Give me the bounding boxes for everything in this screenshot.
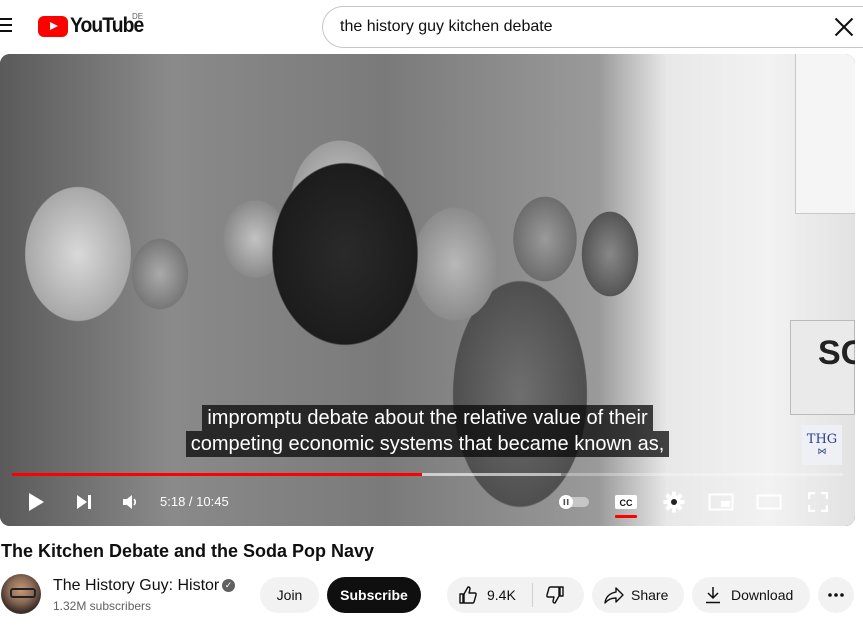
video-scene-text: SO <box>818 334 855 372</box>
youtube-play-logo-icon <box>38 15 68 37</box>
volume-icon[interactable] <box>116 482 144 522</box>
download-button[interactable]: Download <box>692 577 810 613</box>
fullscreen-icon[interactable] <box>804 482 832 522</box>
cc-active-indicator <box>615 515 637 518</box>
share-icon <box>603 586 625 604</box>
like-divider <box>532 583 533 607</box>
time-current: 5:18 <box>160 494 186 509</box>
subscribe-label: Subscribe <box>340 587 408 603</box>
download-label: Download <box>731 587 794 603</box>
next-icon[interactable] <box>70 482 98 522</box>
caption-line: impromptu debate about the relative valu… <box>202 405 653 431</box>
channel-name[interactable]: The History Guy: Histor <box>53 577 219 595</box>
close-icon[interactable] <box>834 17 854 37</box>
autoplay-toggle-icon[interactable] <box>556 482 592 522</box>
like-count[interactable]: 9.4K <box>487 587 516 603</box>
miniplayer-icon[interactable] <box>706 482 736 522</box>
svg-text:CC: CC <box>620 498 633 508</box>
gear-icon[interactable] <box>660 482 688 522</box>
thumbs-down-icon[interactable] <box>545 585 565 605</box>
share-button[interactable]: Share <box>592 577 684 613</box>
menu-icon[interactable] <box>0 14 14 36</box>
more-icon[interactable] <box>818 577 854 613</box>
join-label: Join <box>276 587 303 603</box>
search-input[interactable] <box>340 18 810 36</box>
share-label: Share <box>631 587 669 603</box>
like-dislike-group: 9.4K <box>447 577 584 613</box>
theater-icon[interactable] <box>754 482 784 522</box>
search-box[interactable] <box>322 6 863 48</box>
subscriber-count: 1.32M subscribers <box>53 599 152 613</box>
video-title: The Kitchen Debate and the Soda Pop Navy <box>1 541 375 561</box>
caption-line: competing economic systems that became k… <box>185 431 670 457</box>
time-total: 10:45 <box>196 494 229 509</box>
play-icon[interactable] <box>22 482 50 522</box>
subscribe-button[interactable]: Subscribe <box>327 577 421 613</box>
verified-icon: ✓ <box>222 579 235 592</box>
progress-bar[interactable] <box>12 473 843 476</box>
video-scene-panel <box>795 54 855 214</box>
join-button[interactable]: Join <box>260 577 319 613</box>
thumbs-up-icon[interactable] <box>458 585 478 605</box>
country-code: DE <box>132 12 144 21</box>
channel-avatar[interactable] <box>1 574 41 614</box>
progress-played <box>12 473 422 476</box>
video-player[interactable]: SO THG ⋈ impromptu debate about the rela… <box>0 54 855 526</box>
time-separator: / <box>185 494 197 509</box>
caption-box: impromptu debate about the relative valu… <box>0 405 855 457</box>
download-icon <box>705 586 721 604</box>
player-controls: 5:18 / 10:45 CC <box>0 482 855 522</box>
time-display: 5:18 / 10:45 <box>160 494 229 509</box>
